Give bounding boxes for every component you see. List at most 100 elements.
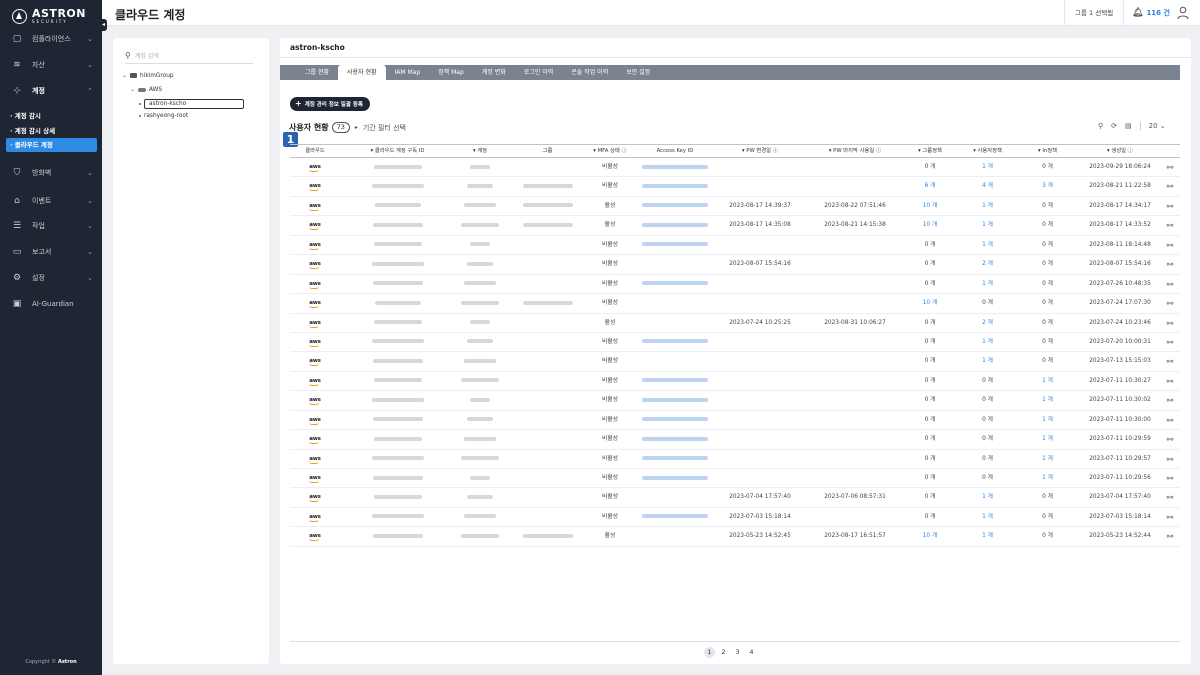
period-filter-button[interactable]: 기간 필터 선택 [363,123,406,133]
inline-policy-count[interactable]: 3 개 [1015,177,1080,196]
table-row[interactable]: aws 활성 2023-07-24 10:25:25 2023-08-31 10:06… [290,314,1180,333]
sidebar-item-7[interactable]: ⚙ 설정 ⌄ [0,271,102,285]
table-row[interactable]: aws 비활성 0 개 0 개 1 개 2023-07-11 10:29:57 ⚯ [290,450,1180,469]
tab-3[interactable]: 정책 Map [429,65,473,80]
hierarchy-icon[interactable]: ⚯ [1167,163,1174,172]
user-policy-count[interactable]: 1 개 [960,488,1015,507]
column-header-5[interactable]: Access Key ID [640,145,710,159]
page-3[interactable]: 3 [732,647,743,658]
table-row[interactable]: aws 활성 2023-05-23 14:52:45 2023-08-17 16:51… [290,527,1180,547]
table-row[interactable]: aws 활성 2023-08-17 14:39:37 2023-08-22 07:51… [290,197,1180,217]
tree-account-selected[interactable]: astron-kscho [144,99,244,109]
refresh-icon[interactable]: ⟳ [1111,122,1117,130]
column-header-1[interactable]: ▾ 클라우드 계정 구독 ID [350,145,445,159]
sidebar-item-6[interactable]: ▭ 보고서 ⌄ [0,245,102,259]
tab-6[interactable]: 콘솔 작업 이력 [562,65,617,80]
column-header-7[interactable]: ▾ PW 마지막 사용일 ⓘ [810,145,900,159]
user-policy-count[interactable]: 1 개 [960,275,1015,294]
user-policy-count[interactable]: 1 개 [960,352,1015,371]
tab-7[interactable]: 보안 설정 [617,65,659,80]
table-row[interactable]: aws 비활성 0 개 0 개 1 개 2023-07-11 10:30:27 ⚯ [290,372,1180,392]
sidebar-item-5[interactable]: ☰ 작업 ⌄ [0,219,102,233]
sidebar-item-8[interactable]: ▣ AI-Guardian [0,297,102,311]
table-row[interactable]: aws 비활성 2023-07-03 15:18:14 0 개 1 개 0 개 2023-0… [290,508,1180,528]
user-policy-count[interactable]: 1 개 [960,333,1015,352]
hierarchy-icon[interactable]: ⚯ [1167,260,1174,269]
table-row[interactable]: aws 비활성 0 개 1 개 0 개 2023-07-13 15:15:03 ⚯ [290,352,1180,372]
hierarchy-icon[interactable]: ⚯ [1167,435,1174,444]
column-header-4[interactable]: ▾ MFA 상태 ⓘ [580,145,640,159]
table-row[interactable]: aws 비활성 0 개 0 개 1 개 2023-07-11 10:29:56 ⚯ [290,469,1180,489]
table-row[interactable]: aws 비활성 0 개 0 개 1 개 2023-07-11 10:30:00 ⚯ [290,411,1180,431]
table-row[interactable]: aws 비활성 2023-07-04 17:57:40 2023-07-06 08:5… [290,488,1180,508]
sidebar-item-0[interactable]: ▢ 컴플라이언스 ⌄ [0,32,102,46]
inline-policy-count[interactable]: 1 개 [1015,450,1080,469]
hierarchy-icon[interactable]: ⚯ [1167,455,1174,464]
table-row[interactable]: aws 비활성 0 개 0 개 1 개 2023-07-11 10:29:59 ⚯ [290,430,1180,450]
hierarchy-icon[interactable]: ⚯ [1167,416,1174,425]
sidebar-item-2[interactable]: ⊹ 계정 ⌃ [0,84,102,98]
hierarchy-icon[interactable]: ⚯ [1167,377,1174,386]
logo[interactable]: ASTRON SECURITY [12,8,86,24]
column-header-6[interactable]: ▾ PW 변경일 ⓘ [710,145,810,159]
table-row[interactable]: aws 활성 2023-08-17 14:35:08 2023-08-21 14:15… [290,216,1180,236]
table-row[interactable]: aws 비활성 0 개 1 개 0 개 2023-07-26 10:48:35 ⚯ [290,275,1180,295]
user-policy-count[interactable]: 2 개 [960,255,1015,274]
inline-policy-count[interactable]: 1 개 [1015,469,1080,488]
hierarchy-icon[interactable]: ⚯ [1167,319,1174,328]
user-policy-count[interactable]: 1 개 [960,527,1015,546]
tree-account-node[interactable]: astron-kscho [139,99,244,109]
tree-account-node[interactable]: rashyeong-root [139,113,188,119]
user-policy-count[interactable]: 1 개 [960,197,1015,216]
sidebar-item-3[interactable]: ⛉ 방화벽 ⌄ [0,166,102,180]
inline-policy-count[interactable]: 1 개 [1015,391,1080,410]
tab-2[interactable]: IAM Map [386,65,430,80]
hierarchy-icon[interactable]: ⚯ [1167,182,1174,191]
page-1[interactable]: 1 [704,647,715,658]
tab-1[interactable]: 사용자 현황 [338,65,386,80]
hierarchy-icon[interactable]: ⚯ [1167,280,1174,289]
hierarchy-icon[interactable]: ⚯ [1167,532,1174,541]
hierarchy-icon[interactable]: ⚯ [1167,202,1174,211]
user-policy-count[interactable]: 2 개 [960,314,1015,333]
group-policy-count[interactable]: 6 개 [900,177,960,196]
table-row[interactable]: aws 비활성 0 개 1 개 0 개 2023-07-20 10:00:31 ⚯ [290,333,1180,353]
group-policy-count[interactable]: 10 개 [900,197,960,216]
tree-provider-node[interactable]: ⌄ AWS [130,86,162,93]
tab-0[interactable]: 그룹 현황 [296,65,338,80]
table-row[interactable]: aws 비활성 2023-08-07 15:54:16 0 개 2 개 0 개 2023-0… [290,255,1180,275]
user-policy-count[interactable]: 1 개 [960,236,1015,255]
tab-5[interactable]: 로그인 이력 [515,65,563,80]
sidebar-collapse-button[interactable]: ◂ [100,19,107,31]
search-icon[interactable]: ⚲ [1098,122,1103,130]
hierarchy-icon[interactable]: ⚯ [1167,357,1174,366]
page-2[interactable]: 2 [718,647,729,658]
user-policy-count[interactable]: 4 개 [960,177,1015,196]
bulk-register-button[interactable]: + 계정 관리 정보 일괄 등록 [290,97,370,111]
sidebar-item-1[interactable]: ≋ 자산 ⌄ [0,58,102,72]
group-policy-count[interactable]: 10 개 [900,294,960,313]
table-row[interactable]: aws 비활성 0 개 1 개 0 개 2023-08-11 18:14:48 ⚯ [290,236,1180,256]
column-header-2[interactable]: ▾ 계정 [445,145,515,159]
group-policy-count[interactable]: 10 개 [900,216,960,235]
column-header-9[interactable]: ▾ 사용자정책 [960,145,1015,159]
table-row[interactable]: aws 비활성 0 개 0 개 1 개 2023-07-11 10:30:02 ⚯ [290,391,1180,411]
column-header-10[interactable]: ▾ In정책 [1015,145,1080,159]
tree-group-node[interactable]: ⌄ hikimGroup [122,72,174,79]
sidebar-subitem-0[interactable]: · 계정 감시 [10,110,41,120]
download-icon[interactable]: ▤ [1125,122,1132,130]
table-row[interactable]: aws 비활성 0 개 1 개 0 개 2023-09-29 18:06:24 ⚯ [290,158,1180,178]
column-header-0[interactable]: 클라우드 [290,145,340,159]
user-policy-count[interactable]: 1 개 [960,508,1015,527]
hierarchy-icon[interactable]: ⚯ [1167,299,1174,308]
user-policy-count[interactable]: 1 개 [960,216,1015,235]
column-header-8[interactable]: ▾ 그룹정책 [900,145,960,159]
sidebar-subitem-2[interactable]: · 클라우드 계정 [6,138,97,152]
hierarchy-icon[interactable]: ⚯ [1167,241,1174,250]
group-policy-count[interactable]: 10 개 [900,527,960,546]
user-policy-count[interactable]: 1 개 [960,158,1015,177]
hierarchy-icon[interactable]: ⚯ [1167,474,1174,483]
table-row[interactable]: aws 비활성 6 개4 개3 개 2023-08-21 11:22:58 ⚯ [290,177,1180,197]
inline-policy-count[interactable]: 1 개 [1015,430,1080,449]
group-select[interactable]: 그룹 1 선택됨 [1064,0,1125,26]
